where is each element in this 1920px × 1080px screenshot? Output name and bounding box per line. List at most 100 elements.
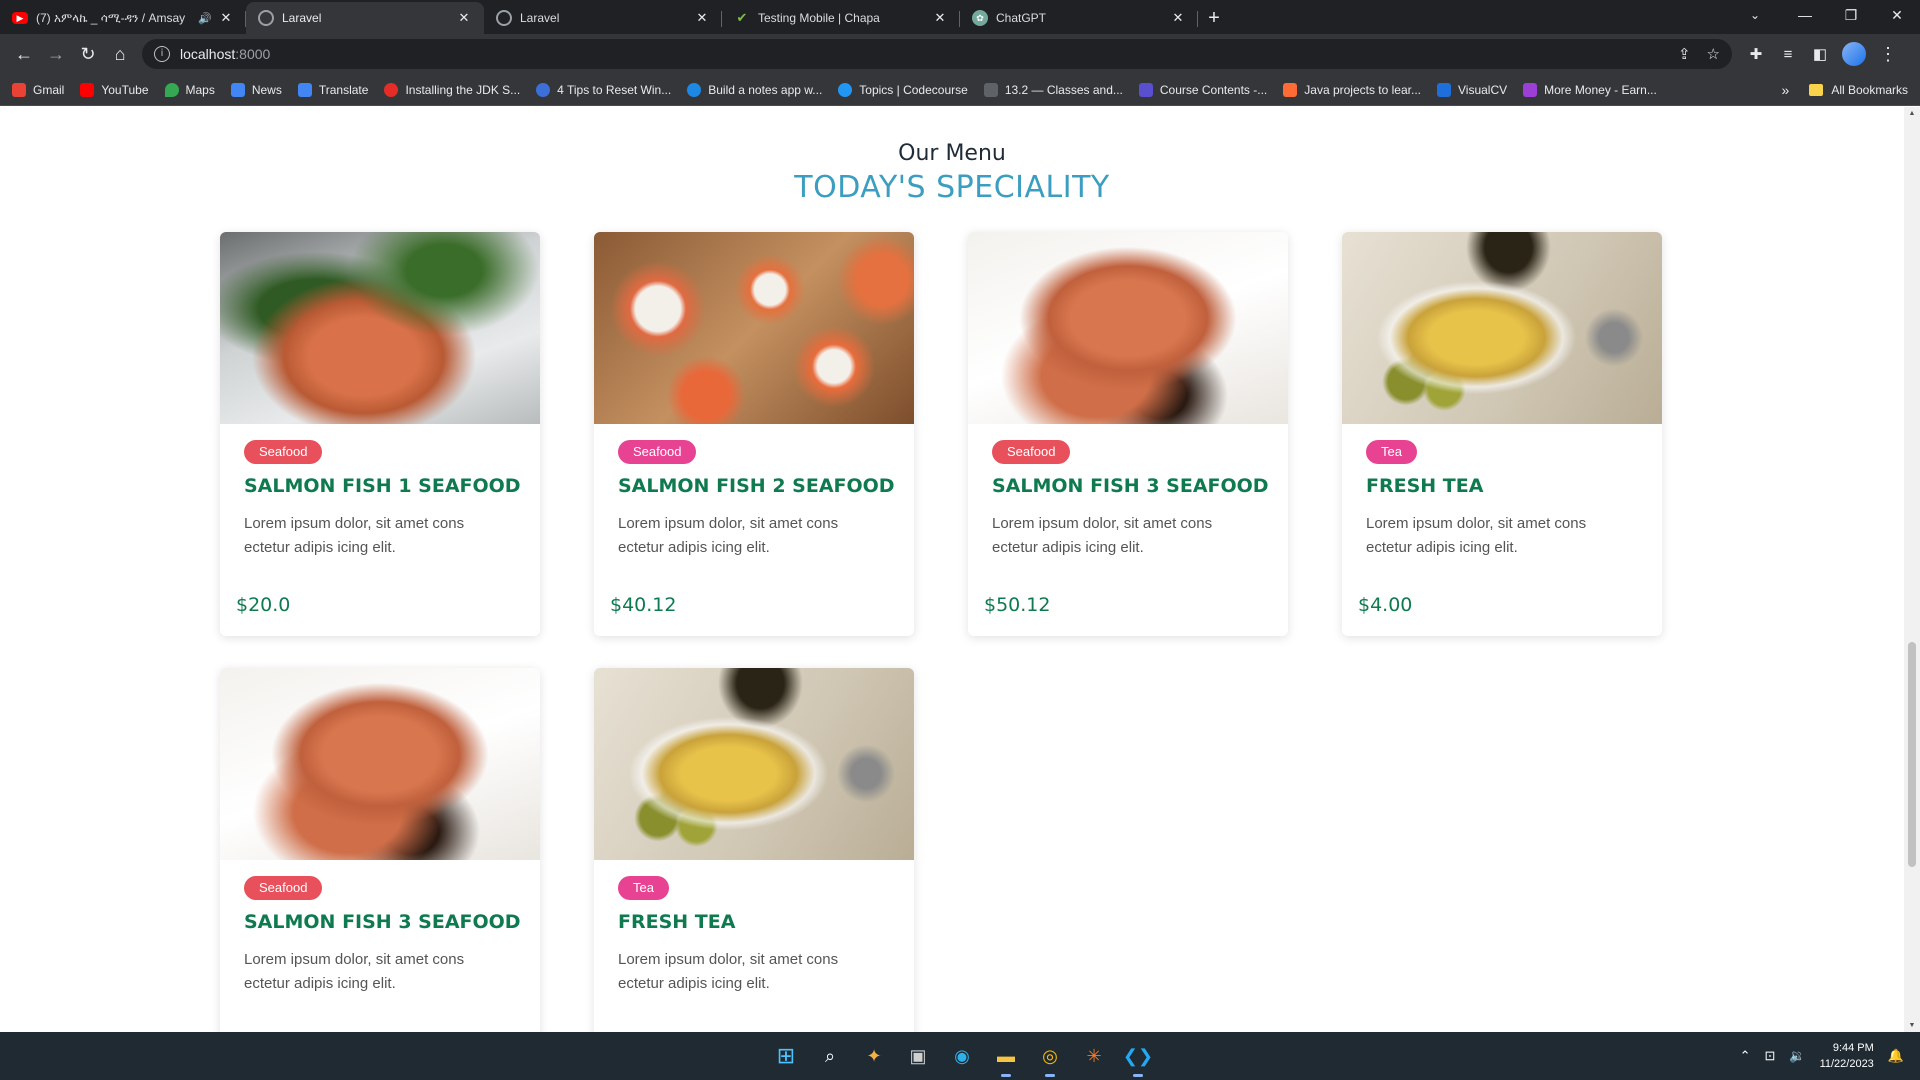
menu-card[interactable]: Seafood SALMON FISH 3 SEAFOOD Lorem ipsu… — [968, 232, 1288, 636]
menu-icon[interactable]: ⋮ — [1872, 38, 1904, 70]
close-window-button[interactable]: ✕ — [1874, 0, 1920, 30]
media-control-icon[interactable]: ≡ — [1772, 38, 1804, 70]
side-panel-icon[interactable]: ◧ — [1804, 38, 1836, 70]
bookmark-youtube[interactable]: YouTube — [80, 82, 149, 97]
menu-card[interactable]: Seafood SALMON FISH 2 SEAFOOD Lorem ipsu… — [594, 232, 914, 636]
chevron-right-icon[interactable]: » — [1782, 82, 1790, 98]
url-port: :8000 — [235, 46, 271, 62]
restore-button[interactable]: ❐ — [1828, 0, 1874, 30]
notification-bell-icon[interactable]: 🔔 — [1888, 1048, 1904, 1064]
bookmark-label: YouTube — [101, 82, 149, 97]
tab-chatgpt[interactable]: ✿ ChatGPT ✕ — [960, 2, 1198, 34]
gmail-icon — [12, 82, 26, 97]
menu-card[interactable]: Seafood SALMON FISH 3 SEAFOOD Lorem ipsu… — [220, 668, 540, 1032]
address-bar[interactable]: i localhost:8000 ⇪ ☆ — [142, 39, 1732, 69]
edge-icon[interactable]: ◉ — [946, 1040, 978, 1072]
card-description: Lorem ipsum dolor, sit amet cons ectetur… — [618, 951, 839, 992]
close-tab-icon[interactable]: ✕ — [1170, 10, 1186, 26]
speaker-icon[interactable]: 🔊 — [198, 12, 212, 25]
category-badge: Seafood — [992, 440, 1071, 464]
bookmark-codecourse[interactable]: Topics | Codecourse — [838, 82, 968, 97]
bookmark-label: News — [251, 82, 282, 97]
bookmark-more-money[interactable]: More Money - Earn... — [1523, 82, 1657, 97]
tab-laravel-active[interactable]: Laravel ✕ — [246, 2, 484, 34]
vscode-icon[interactable]: ❮❯ — [1122, 1040, 1154, 1077]
menu-card[interactable]: Tea FRESH TEA Lorem ipsum dolor, sit ame… — [594, 668, 914, 1032]
oracle-icon — [384, 82, 399, 97]
bookmark-notes-app[interactable]: Build a notes app w... — [687, 82, 822, 97]
close-tab-icon[interactable]: ✕ — [218, 10, 234, 26]
bookmark-course-contents[interactable]: Course Contents -... — [1138, 82, 1267, 97]
bookmark-gmail[interactable]: Gmail — [12, 82, 65, 97]
xampp-icon[interactable]: ✳ — [1078, 1040, 1110, 1072]
task-view-icon[interactable]: ▣ — [902, 1040, 934, 1072]
bookmark-classes[interactable]: 13.2 — Classes and... — [983, 82, 1123, 97]
tab-youtube[interactable]: ▶ (7) አምላኬ _ ሳሚ-ዳን / Amsay 🔊 ✕ — [0, 2, 246, 34]
category-badge: Seafood — [244, 876, 323, 900]
bookmark-translate[interactable]: Translate — [297, 82, 369, 97]
card-title: SALMON FISH 2 SEAFOOD — [618, 475, 895, 497]
visualcv-icon — [1437, 82, 1451, 97]
close-tab-icon[interactable]: ✕ — [456, 10, 472, 26]
bookmark-star-icon[interactable]: ☆ — [1707, 45, 1720, 63]
minimize-button[interactable]: — — [1782, 0, 1828, 30]
bookmark-label: Translate — [318, 82, 369, 97]
maps-icon — [164, 82, 179, 97]
page-scrollbar[interactable]: ▲ ▼ — [1904, 107, 1920, 1032]
close-tab-icon[interactable]: ✕ — [694, 10, 710, 26]
scrollbar-thumb[interactable] — [1908, 642, 1916, 867]
clock[interactable]: 9:44 PM 11/22/2023 — [1820, 1040, 1874, 1072]
close-tab-icon[interactable]: ✕ — [932, 10, 948, 26]
news-icon — [230, 82, 245, 97]
bookmark-reset-win[interactable]: 4 Tips to Reset Win... — [536, 82, 671, 97]
extensions-icon[interactable]: ✚ — [1740, 38, 1772, 70]
food-image — [594, 668, 914, 860]
all-bookmarks-button[interactable]: All Bookmarks — [1831, 83, 1908, 97]
site-icon — [687, 82, 702, 97]
category-badge: Seafood — [244, 440, 323, 464]
card-price: $20.0 — [236, 594, 291, 616]
tab-strip: ▶ (7) አምላኬ _ ሳሚ-ዳን / Amsay 🔊 ✕ Laravel ✕… — [0, 0, 1920, 34]
tab-chapa[interactable]: ✔ Testing Mobile | Chapa ✕ — [722, 2, 960, 34]
scroll-up-icon[interactable]: ▲ — [1908, 110, 1916, 117]
bookmark-java-projects[interactable]: Java projects to lear... — [1283, 82, 1421, 97]
tab-search-icon[interactable]: ⌄ — [1740, 0, 1770, 30]
site-info-icon[interactable]: i — [154, 46, 170, 62]
forward-button[interactable]: → — [40, 38, 72, 70]
chrome-icon[interactable]: ◎ — [1034, 1040, 1066, 1077]
globe-icon — [496, 10, 512, 26]
card-description: Lorem ipsum dolor, sit amet cons ectetur… — [244, 951, 465, 992]
network-icon[interactable]: ⊡ — [1764, 1048, 1775, 1064]
tab-title: (7) አምላኬ _ ሳሚ-ዳን / Amsay — [36, 10, 186, 25]
bookmark-label: VisualCV — [1458, 82, 1508, 97]
chevron-up-icon[interactable]: ⌃ — [1740, 1048, 1751, 1064]
bookmark-maps[interactable]: Maps — [164, 82, 215, 97]
chatgpt-icon: ✿ — [972, 10, 988, 26]
tab-laravel[interactable]: Laravel ✕ — [484, 2, 722, 34]
bookmark-news[interactable]: News — [230, 82, 282, 97]
back-button[interactable]: ← — [8, 38, 40, 70]
share-icon[interactable]: ⇪ — [1678, 45, 1691, 63]
chapa-icon: ✔ — [736, 10, 748, 25]
food-image — [220, 232, 540, 424]
windows-start-icon[interactable]: ⊞ — [770, 1040, 802, 1072]
volume-icon[interactable]: 🔉 — [1789, 1048, 1805, 1064]
menu-card[interactable]: Tea FRESH TEA Lorem ipsum dolor, sit ame… — [1342, 232, 1662, 636]
menu-card[interactable]: Seafood SALMON FISH 1 SEAFOOD Lorem ipsu… — [220, 232, 540, 636]
scroll-down-icon[interactable]: ▼ — [1908, 1022, 1916, 1029]
clock-date: 11/22/2023 — [1819, 1058, 1874, 1070]
file-explorer-icon[interactable]: ▬ — [990, 1040, 1022, 1077]
bookmark-visualcv[interactable]: VisualCV — [1437, 82, 1508, 97]
search-icon[interactable]: ⌕ — [814, 1040, 846, 1072]
new-tab-button[interactable]: + — [1198, 2, 1230, 34]
bookmark-jdk[interactable]: Installing the JDK S... — [384, 82, 520, 97]
profile-avatar[interactable] — [1842, 42, 1866, 66]
card-price: $4.00 — [1358, 594, 1413, 616]
copilot-icon[interactable]: ✦ — [858, 1040, 890, 1072]
bookmark-label: Gmail — [33, 82, 65, 97]
card-title: FRESH TEA — [618, 911, 736, 933]
home-button[interactable]: ⌂ — [104, 38, 136, 70]
card-title: FRESH TEA — [1366, 475, 1484, 497]
reload-button[interactable]: ↻ — [72, 38, 104, 70]
bookmark-label: Topics | Codecourse — [859, 82, 968, 97]
